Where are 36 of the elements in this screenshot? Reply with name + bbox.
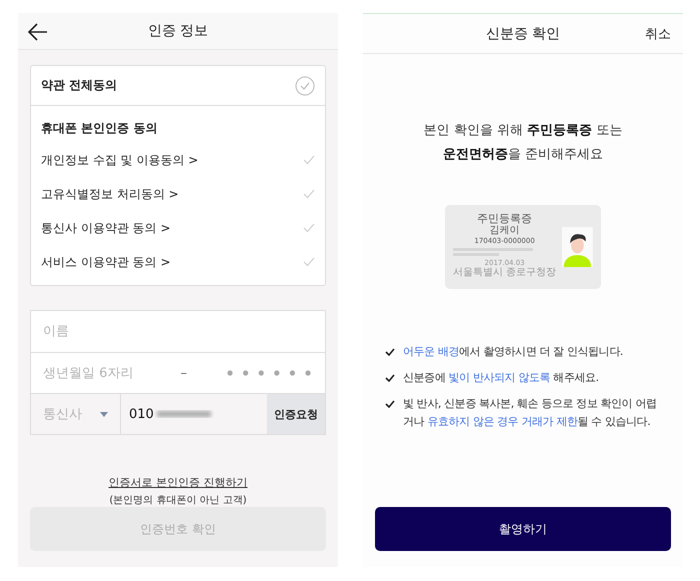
card-issuer: 서울특별시 종로구청장 bbox=[453, 266, 556, 279]
check-icon bbox=[385, 374, 395, 382]
cancel-button[interactable]: 취소 bbox=[645, 25, 671, 43]
dropdown-caret-icon bbox=[100, 412, 108, 416]
name-field[interactable]: 이름 bbox=[31, 311, 325, 352]
tip-text: 빛 반사, 신분증 복사본, 훼손 등으로 정보 확인이 어렵거나 유효하지 않은 경우 거래가 제한될 수 있습니다. bbox=[403, 396, 658, 430]
terms-link[interactable]: 통신사 이용약관 동의 > bbox=[41, 220, 170, 236]
note-text: (본인명의 휴대폰이 아닌 고객) bbox=[109, 494, 247, 507]
back-button[interactable] bbox=[28, 23, 50, 43]
masked-digits-icon bbox=[227, 370, 311, 376]
card-title: 주민등록증 bbox=[477, 212, 532, 226]
check-icon bbox=[385, 348, 395, 356]
section-title: 휴대폰 본인인증 동의 bbox=[41, 120, 158, 137]
check-circle-icon[interactable] bbox=[295, 76, 315, 96]
card-name: 김케이 bbox=[490, 225, 520, 238]
check-icon[interactable] bbox=[303, 223, 315, 233]
terms-link[interactable]: 서비스 이용약관 동의 > bbox=[41, 254, 170, 270]
tip-text: 신분증에 빛이 반사되지 않도록 해주세요. bbox=[403, 370, 599, 386]
screen-title: 신분증 확인 bbox=[486, 24, 560, 42]
screen-title: 인증 정보 bbox=[148, 22, 208, 40]
terms-link[interactable]: 고유식별정보 처리동의 > bbox=[41, 186, 179, 202]
phone-field[interactable]: 010 bbox=[121, 394, 267, 434]
tip-text: 어두운 배경에서 촬영하시면 더 잘 인식됩니다. bbox=[403, 344, 623, 360]
separator-dash: – bbox=[180, 366, 187, 380]
birth-date-field[interactable]: 생년월일 6자리 bbox=[31, 353, 180, 393]
terms-link[interactable]: 개인정보 수집 및 이용동의 > bbox=[41, 152, 198, 168]
check-icon[interactable] bbox=[303, 189, 315, 199]
person-icon bbox=[562, 225, 593, 269]
request-code-button[interactable]: 인증요청 bbox=[267, 394, 325, 434]
check-icon[interactable] bbox=[303, 257, 315, 267]
agree-all-label: 약관 전체동의 bbox=[41, 77, 118, 94]
check-icon[interactable] bbox=[303, 155, 315, 165]
capture-button[interactable]: 촬영하기 bbox=[375, 507, 671, 551]
certificate-link[interactable]: 인증서로 본인인증 진행하기 bbox=[108, 475, 248, 490]
intro-text: 본인 확인을 위해 주민등록증 또는 운전면허증을 준비해주세요 bbox=[422, 122, 624, 164]
check-icon bbox=[385, 400, 395, 408]
